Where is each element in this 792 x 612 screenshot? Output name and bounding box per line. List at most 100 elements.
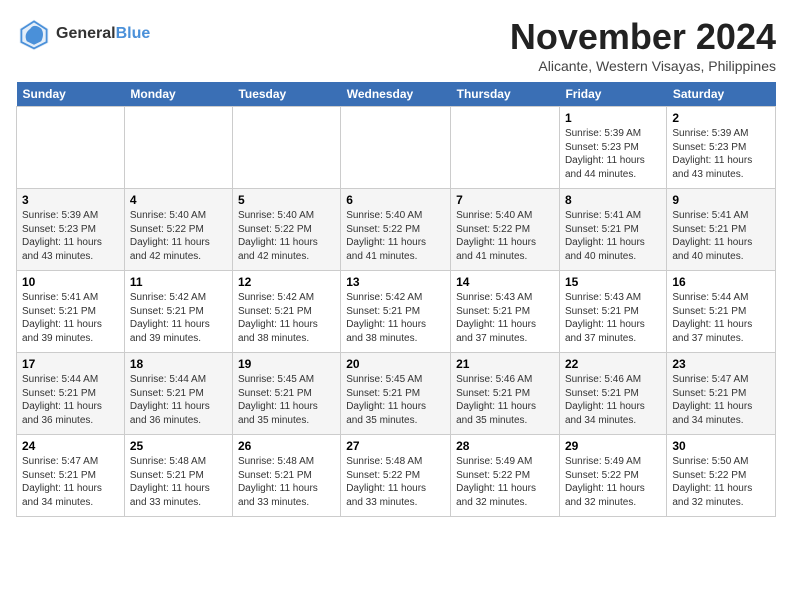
day-info: Sunrise: 5:42 AM Sunset: 5:21 PM Dayligh… <box>130 291 227 345</box>
title-block: November 2024 Alicante, Western Visayas,… <box>510 16 776 74</box>
location: Alicante, Western Visayas, Philippines <box>510 58 776 74</box>
day-number: 20 <box>346 357 445 371</box>
header-friday: Friday <box>559 82 666 107</box>
header-wednesday: Wednesday <box>341 82 451 107</box>
page-header: GeneralBlue November 2024 Alicante, West… <box>16 16 776 74</box>
day-number: 18 <box>130 357 227 371</box>
day-info: Sunrise: 5:45 AM Sunset: 5:21 PM Dayligh… <box>238 373 335 427</box>
calendar-cell: 4 Sunrise: 5:40 AM Sunset: 5:22 PM Daylig… <box>124 189 232 271</box>
day-info: Sunrise: 5:49 AM Sunset: 5:22 PM Dayligh… <box>565 455 661 509</box>
day-info: Sunrise: 5:46 AM Sunset: 5:21 PM Dayligh… <box>456 373 554 427</box>
day-info: Sunrise: 5:40 AM Sunset: 5:22 PM Dayligh… <box>130 209 227 263</box>
day-number: 13 <box>346 275 445 289</box>
day-info: Sunrise: 5:48 AM Sunset: 5:22 PM Dayligh… <box>346 455 445 509</box>
calendar-cell: 7Sunrise: 5:40 AM Sunset: 5:22 PM Daylig… <box>451 189 560 271</box>
calendar-cell <box>124 107 232 189</box>
calendar-cell: 22 Sunrise: 5:46 AM Sunset: 5:21 PM Dayli… <box>559 353 666 435</box>
calendar-cell: 18 Sunrise: 5:44 AM Sunset: 5:21 PM Dayli… <box>124 353 232 435</box>
day-info: Sunrise: 5:40 AM Sunset: 5:22 PM Dayligh… <box>238 209 335 263</box>
day-number: 22 <box>565 357 661 371</box>
day-info: Sunrise: 5:39 AM Sunset: 5:23 PM Dayligh… <box>672 127 770 181</box>
day-number: 26 <box>238 439 335 453</box>
day-number: 11 <box>130 275 227 289</box>
day-number: 1 <box>565 111 661 125</box>
day-number: 7 <box>456 193 554 207</box>
calendar-cell: 16 Sunrise: 5:44 AM Sunset: 5:21 PM Dayli… <box>667 271 776 353</box>
calendar-cell: 5 Sunrise: 5:40 AM Sunset: 5:22 PM Daylig… <box>232 189 340 271</box>
day-number: 5 <box>238 193 335 207</box>
day-info: Sunrise: 5:48 AM Sunset: 5:21 PM Dayligh… <box>238 455 335 509</box>
day-number: 24 <box>22 439 119 453</box>
calendar-cell: 23 Sunrise: 5:47 AM Sunset: 5:21 PM Dayli… <box>667 353 776 435</box>
logo-text-block: GeneralBlue <box>56 25 150 43</box>
day-info: Sunrise: 5:42 AM Sunset: 5:21 PM Dayligh… <box>238 291 335 345</box>
header-sunday: Sunday <box>17 82 125 107</box>
day-info: Sunrise: 5:46 AM Sunset: 5:21 PM Dayligh… <box>565 373 661 427</box>
calendar-cell <box>341 107 451 189</box>
calendar-cell: 3Sunrise: 5:39 AM Sunset: 5:23 PM Daylig… <box>17 189 125 271</box>
calendar-cell: 9 Sunrise: 5:41 AM Sunset: 5:21 PM Daylig… <box>667 189 776 271</box>
day-number: 15 <box>565 275 661 289</box>
calendar-table: SundayMondayTuesdayWednesdayThursdayFrid… <box>16 82 776 517</box>
day-info: Sunrise: 5:47 AM Sunset: 5:21 PM Dayligh… <box>672 373 770 427</box>
calendar-week-row: 1 Sunrise: 5:39 AM Sunset: 5:23 PM Daylig… <box>17 107 776 189</box>
day-info: Sunrise: 5:39 AM Sunset: 5:23 PM Dayligh… <box>565 127 661 181</box>
day-number: 14 <box>456 275 554 289</box>
logo-general: General <box>56 25 116 42</box>
calendar-cell <box>17 107 125 189</box>
day-number: 4 <box>130 193 227 207</box>
header-tuesday: Tuesday <box>232 82 340 107</box>
day-number: 17 <box>22 357 119 371</box>
calendar-cell <box>232 107 340 189</box>
day-number: 27 <box>346 439 445 453</box>
logo: GeneralBlue <box>16 16 150 52</box>
day-number: 19 <box>238 357 335 371</box>
day-info: Sunrise: 5:40 AM Sunset: 5:22 PM Dayligh… <box>346 209 445 263</box>
calendar-cell: 17Sunrise: 5:44 AM Sunset: 5:21 PM Dayli… <box>17 353 125 435</box>
calendar-cell: 12 Sunrise: 5:42 AM Sunset: 5:21 PM Dayli… <box>232 271 340 353</box>
month-title: November 2024 <box>510 16 776 58</box>
calendar-cell: 8 Sunrise: 5:41 AM Sunset: 5:21 PM Daylig… <box>559 189 666 271</box>
day-number: 9 <box>672 193 770 207</box>
day-number: 8 <box>565 193 661 207</box>
day-info: Sunrise: 5:44 AM Sunset: 5:21 PM Dayligh… <box>672 291 770 345</box>
calendar-cell <box>451 107 560 189</box>
calendar-cell: 20Sunrise: 5:45 AM Sunset: 5:21 PM Dayli… <box>341 353 451 435</box>
calendar-week-row: 10 Sunrise: 5:41 AM Sunset: 5:21 PM Dayli… <box>17 271 776 353</box>
day-number: 25 <box>130 439 227 453</box>
calendar-week-row: 17 Sunrise: 5:44 AM Sunset: 5:21 PM Dayli… <box>17 353 776 435</box>
header-saturday: Saturday <box>667 82 776 107</box>
day-number: 30 <box>672 439 770 453</box>
calendar-cell: 21 Sunrise: 5:46 AM Sunset: 5:21 PM Dayli… <box>451 353 560 435</box>
calendar-cell: 29 Sunrise: 5:49 AM Sunset: 5:22 PM Dayli… <box>559 435 666 517</box>
calendar-cell: 1 Sunrise: 5:39 AM Sunset: 5:23 PM Daylig… <box>559 107 666 189</box>
day-number: 28 <box>456 439 554 453</box>
calendar-cell: 14 Sunrise: 5:43 AM Sunset: 5:21 PM Dayli… <box>451 271 560 353</box>
calendar-cell: 10 Sunrise: 5:41 AM Sunset: 5:21 PM Dayli… <box>17 271 125 353</box>
calendar-week-row: 3Sunrise: 5:39 AM Sunset: 5:23 PM Daylig… <box>17 189 776 271</box>
day-number: 23 <box>672 357 770 371</box>
day-number: 2 <box>672 111 770 125</box>
day-info: Sunrise: 5:41 AM Sunset: 5:21 PM Dayligh… <box>565 209 661 263</box>
calendar-cell: 6Sunrise: 5:40 AM Sunset: 5:22 PM Daylig… <box>341 189 451 271</box>
calendar-cell: 26 Sunrise: 5:48 AM Sunset: 5:21 PM Dayli… <box>232 435 340 517</box>
calendar-cell: 19 Sunrise: 5:45 AM Sunset: 5:21 PM Dayli… <box>232 353 340 435</box>
calendar-cell: 13 Sunrise: 5:42 AM Sunset: 5:21 PM Dayli… <box>341 271 451 353</box>
day-info: Sunrise: 5:41 AM Sunset: 5:21 PM Dayligh… <box>22 291 119 345</box>
day-number: 12 <box>238 275 335 289</box>
day-info: Sunrise: 5:47 AM Sunset: 5:21 PM Dayligh… <box>22 455 119 509</box>
day-info: Sunrise: 5:43 AM Sunset: 5:21 PM Dayligh… <box>565 291 661 345</box>
calendar-cell: 27 Sunrise: 5:48 AM Sunset: 5:22 PM Dayli… <box>341 435 451 517</box>
day-info: Sunrise: 5:43 AM Sunset: 5:21 PM Dayligh… <box>456 291 554 345</box>
calendar-cell: 30Sunrise: 5:50 AM Sunset: 5:22 PM Dayli… <box>667 435 776 517</box>
day-number: 10 <box>22 275 119 289</box>
day-number: 21 <box>456 357 554 371</box>
day-info: Sunrise: 5:41 AM Sunset: 5:21 PM Dayligh… <box>672 209 770 263</box>
day-number: 16 <box>672 275 770 289</box>
header-thursday: Thursday <box>451 82 560 107</box>
day-info: Sunrise: 5:44 AM Sunset: 5:21 PM Dayligh… <box>130 373 227 427</box>
calendar-header-row: SundayMondayTuesdayWednesdayThursdayFrid… <box>17 82 776 107</box>
day-info: Sunrise: 5:42 AM Sunset: 5:21 PM Dayligh… <box>346 291 445 345</box>
day-info: Sunrise: 5:39 AM Sunset: 5:23 PM Dayligh… <box>22 209 119 263</box>
day-number: 29 <box>565 439 661 453</box>
